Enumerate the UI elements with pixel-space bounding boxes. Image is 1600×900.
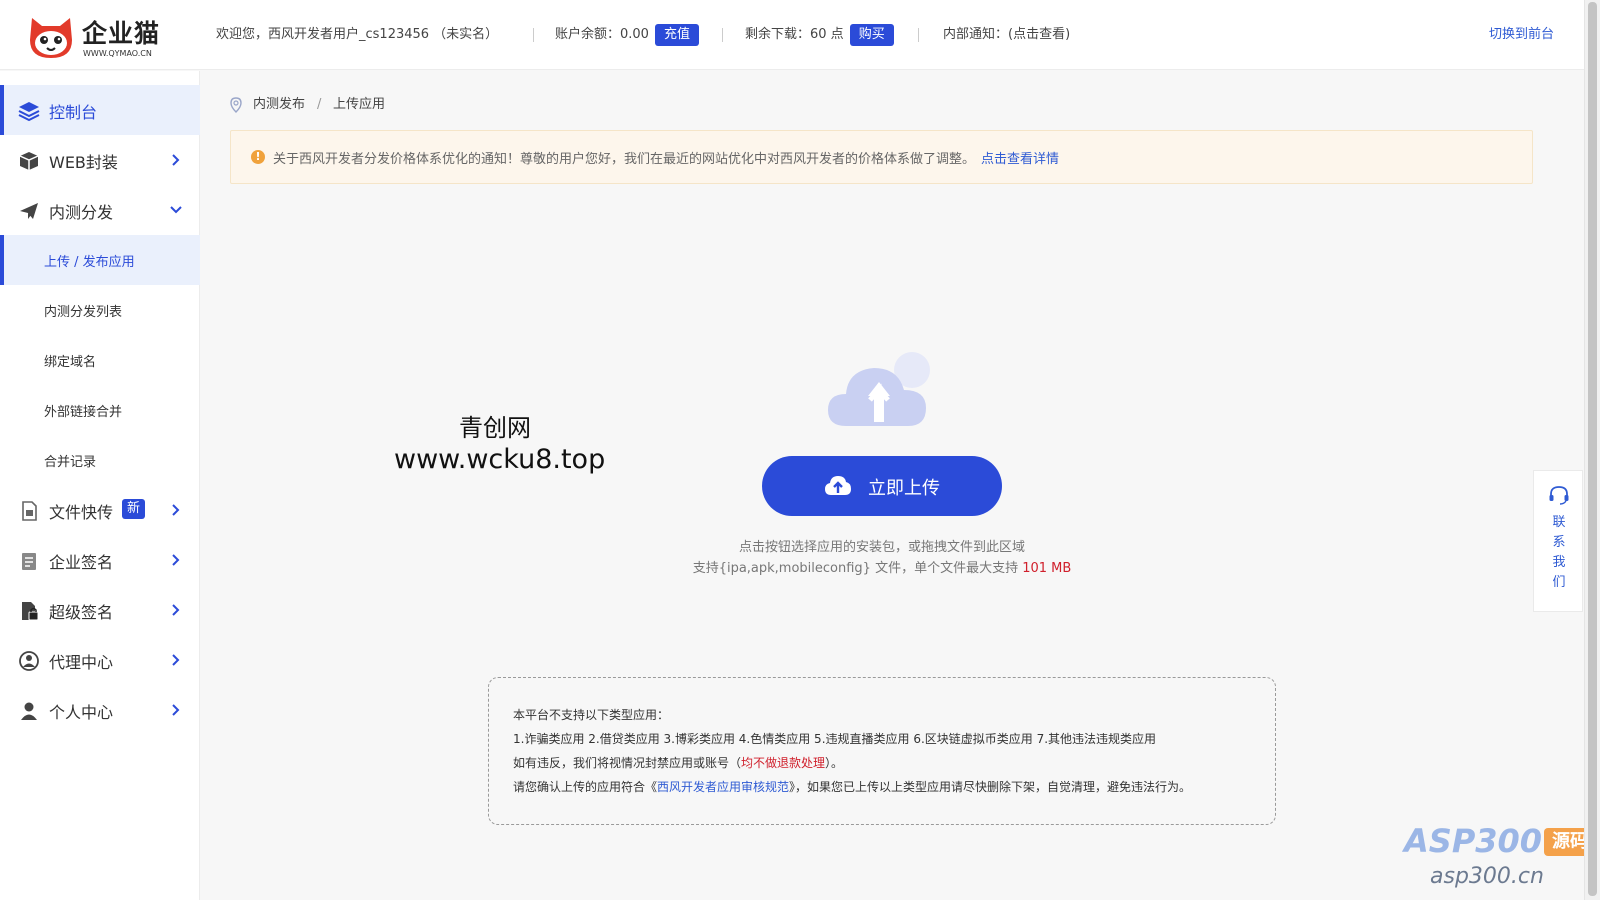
chevron-right-icon [172, 504, 180, 516]
confirm-text: 请您确认上传的应用符合《 [513, 780, 658, 794]
sidebar-subitem-merge-links[interactable]: 外部链接合并 [0, 385, 200, 435]
header-divider [918, 28, 919, 42]
upload-button-label: 立即上传 [868, 478, 940, 499]
brand-url: WWW.QYMAO.CN [83, 49, 152, 58]
rules-violation: 如有违反，我们将视情况封禁应用或账号（均不做退款处理）。 [513, 754, 843, 771]
sidebar-subitem-label: 上传 / 发布应用 [44, 255, 135, 270]
box-icon [19, 152, 39, 170]
sidebar-item-label: WEB封装 [49, 153, 118, 172]
sidebar-item-personal-center[interactable]: 个人中心 [0, 685, 200, 735]
breadcrumb-item-beta-release[interactable]: 内测发布 [253, 95, 305, 115]
header-divider [533, 28, 534, 42]
top-header: 企业猫 WWW.QYMAO.CN 欢迎您，西风开发者用户_cs123456 （未… [0, 0, 1600, 70]
brand-name: 企业猫 [82, 19, 161, 48]
balance-text: 账户余额：0.00 [555, 27, 649, 42]
sidebar-subitem-label: 合并记录 [44, 455, 97, 470]
sidebar-item-web-wrap[interactable]: WEB封装 [0, 135, 200, 185]
welcome-text: 欢迎您，西风开发者用户_cs123456 （未实名） [216, 27, 499, 42]
user-icon [21, 702, 37, 720]
rules-list: 1.诈骗类应用 2.借贷类应用 3.博彩类应用 4.色情类应用 5.违规直播类应… [513, 732, 1157, 746]
sidebar-subitem-label: 内测分发列表 [44, 305, 123, 320]
headset-icon [1549, 486, 1569, 505]
location-pin-icon [230, 97, 242, 113]
sidebar-subitem-label: 绑定域名 [44, 355, 97, 370]
asp300-logo-text: ASP300 [1404, 822, 1543, 860]
internal-notice-link[interactable]: 内部通知：(点击查看) [943, 24, 1070, 46]
notice-text: 关于西风开发者分发价格体系优化的通知！尊敬的用户您好，我们在最近的网站优化中对西… [273, 148, 1059, 167]
cloud-upload-illustration-icon [828, 352, 930, 426]
agent-icon [19, 651, 39, 671]
asp300-logo: ASP300 源码 asp300.cn [1404, 822, 1596, 898]
sidebar-item-label: 个人中心 [49, 703, 114, 722]
scrollbar-thumb[interactable] [1588, 2, 1597, 896]
brand-logo[interactable]: 企业猫 WWW.QYMAO.CN [26, 12, 171, 62]
sidebar-subitem-merge-records[interactable]: 合并记录 [0, 435, 200, 485]
violation-text: 如有违反，我们将视情况封禁应用或账号（ [513, 756, 742, 770]
notice-banner: ! 关于西风开发者分发价格体系优化的通知！尊敬的用户您好，我们在最近的网站优化中… [230, 130, 1533, 184]
page-scrollbar[interactable] [1584, 0, 1600, 900]
sidebar-subitem-bind-domain[interactable]: 绑定域名 [0, 335, 200, 385]
downloads-group: 剩余下载：60 点购买 [745, 24, 894, 46]
rules-confirm: 请您确认上传的应用符合《西风开发者应用审核规范》，如果您已上传以上类型应用请尽快… [513, 778, 1191, 795]
no-refund-text: 均不做退款处理 [741, 756, 826, 770]
document-lock-icon [22, 602, 39, 621]
contact-label-text: 联系我们 [1552, 515, 1566, 590]
recharge-button[interactable]: 充值 [654, 24, 699, 46]
contact-us-label: 联系我们 [1534, 513, 1584, 593]
chevron-right-icon [172, 704, 180, 716]
buy-button[interactable]: 购买 [849, 24, 894, 46]
sidebar-item-label: 文件快传 [49, 503, 114, 522]
rules-title: 本平台不支持以下类型应用： [513, 708, 670, 722]
sidebar-subitem-label: 外部链接合并 [44, 405, 123, 420]
header-divider [722, 28, 723, 42]
sidebar-item-dashboard[interactable]: 控制台 [0, 85, 200, 135]
watermark-url: www.wcku8.top [394, 444, 606, 475]
cat-logo-icon [30, 18, 72, 58]
sidebar-item-label: 代理中心 [49, 653, 114, 672]
notice-details-link[interactable]: 点击查看详情 [981, 152, 1059, 167]
sidebar-item-file-transfer[interactable]: 文件快传 新 [0, 485, 200, 535]
chevron-right-icon [172, 604, 180, 616]
sidebar: 控制台 WEB封装 内测分发 上传 / 发布应用 内测分发列表 绑定域名 外部链… [0, 71, 200, 900]
upload-now-button[interactable]: 立即上传 [762, 456, 1002, 516]
prohibited-apps-notice: 本平台不支持以下类型应用： 1.诈骗类应用 2.借贷类应用 3.博彩类应用 4.… [488, 677, 1276, 825]
watermark-title: 青创网 [459, 414, 531, 442]
sidebar-item-agent-center[interactable]: 代理中心 [0, 635, 200, 685]
sidebar-subitem-beta-list[interactable]: 内测分发列表 [0, 285, 200, 335]
contact-us-button[interactable]: 联系我们 [1533, 470, 1583, 612]
supported-types-text: 支持{ipa,apk,mobileconfig} 文件，单个文件最大支持 [692, 561, 1023, 576]
max-size-value: 101 MB [1022, 561, 1072, 576]
notice-message: 关于西风开发者分发价格体系优化的通知！尊敬的用户您好，我们在最近的网站优化中对西… [273, 152, 976, 167]
upload-hint: 点击按钮选择应用的安装包，或拖拽文件到此区域 [738, 540, 1025, 555]
review-guidelines-link[interactable]: 西风开发者应用审核规范 [657, 780, 789, 794]
confirm-suffix: 》，如果您已上传以上类型应用请尽快删除下架，自觉清理，避免违法行为。 [789, 780, 1192, 794]
layers-icon [18, 102, 40, 122]
paper-plane-icon [20, 203, 38, 219]
breadcrumb-separator: / [317, 97, 322, 112]
warning-icon: ! [251, 150, 265, 164]
balance-group: 账户余额：0.00 充值 [555, 24, 699, 46]
breadcrumb-item-upload-app: 上传应用 [333, 97, 386, 112]
sidebar-item-label: 控制台 [49, 103, 98, 122]
chevron-down-icon [170, 206, 182, 214]
chevron-right-icon [172, 154, 180, 166]
chevron-right-icon [172, 654, 180, 666]
cloud-upload-icon [825, 476, 851, 495]
sidebar-item-label: 内测分发 [49, 203, 114, 222]
sidebar-item-super-sign[interactable]: 超级签名 [0, 585, 200, 635]
new-badge: 新 [122, 499, 146, 519]
sidebar-item-label: 超级签名 [49, 603, 114, 622]
switch-to-frontend-link[interactable]: 切换到前台 [1489, 24, 1554, 46]
sidebar-item-beta-distribution[interactable]: 内测分发 [0, 185, 200, 235]
sidebar-subitem-upload-publish[interactable]: 上传 / 发布应用 [0, 235, 200, 285]
file-icon [22, 501, 37, 521]
downloads-text: 剩余下载：60 点 [745, 27, 844, 42]
asp300-logo-url: asp300.cn [1430, 864, 1544, 889]
violation-suffix: ）。 [825, 756, 844, 770]
upload-support-hint: 支持{ipa,apk,mobileconfig} 文件，单个文件最大支持 101… [0, 557, 1600, 576]
